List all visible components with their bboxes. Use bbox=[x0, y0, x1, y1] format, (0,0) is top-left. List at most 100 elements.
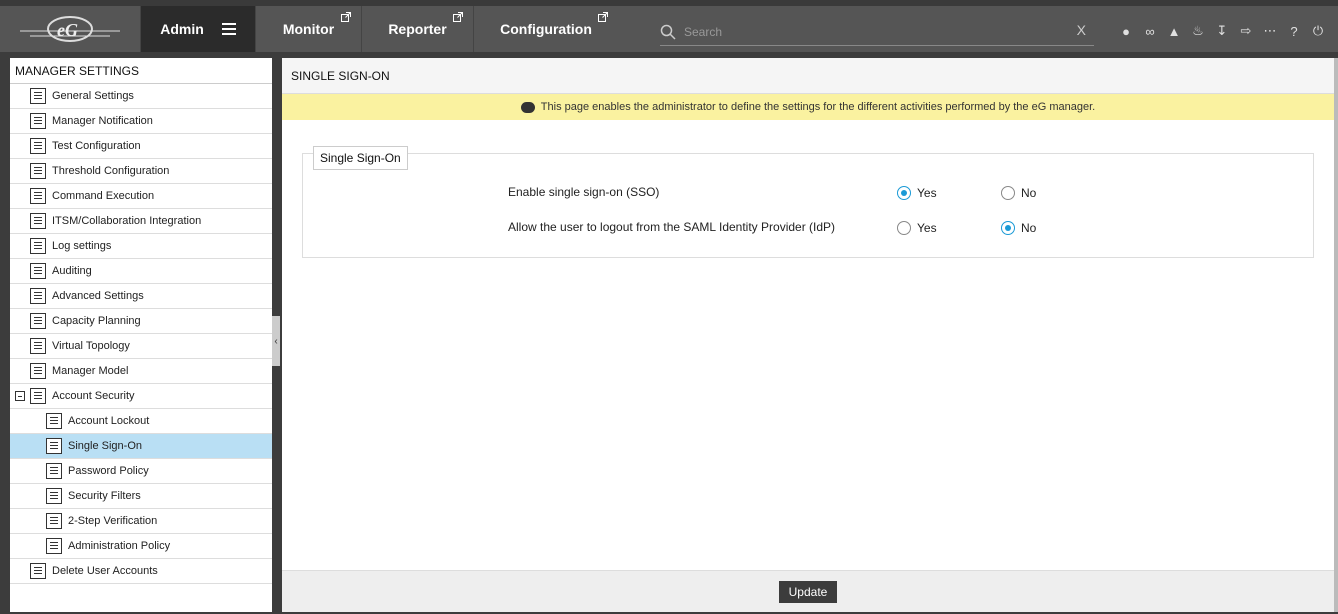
radio-unselected-icon bbox=[897, 221, 911, 235]
sso-fieldset: Single Sign-On Enable single sign-on (SS… bbox=[302, 146, 1314, 258]
comment-icon bbox=[520, 101, 535, 113]
document-icon bbox=[30, 188, 46, 204]
more-icon[interactable]: ⋯ bbox=[1258, 20, 1282, 42]
sidebar: MANAGER SETTINGS General Settings Manage… bbox=[10, 58, 272, 612]
sidebar-item-single-sign-on[interactable]: Single Sign-On bbox=[10, 434, 272, 459]
sidebar-item-capacity-planning[interactable]: Capacity Planning bbox=[10, 309, 272, 334]
sidebar-item-label: Account Lockout bbox=[68, 415, 150, 427]
clear-search-button[interactable]: X bbox=[1077, 22, 1086, 38]
signin-icon[interactable]: ⇨ bbox=[1234, 20, 1258, 42]
page-title: SINGLE SIGN-ON bbox=[282, 58, 1334, 94]
radio-selected-icon bbox=[897, 186, 911, 200]
document-icon bbox=[46, 538, 62, 554]
sidebar-item-delete-user-accounts[interactable]: Delete User Accounts bbox=[10, 559, 272, 584]
document-icon bbox=[30, 88, 46, 104]
menu-icon[interactable] bbox=[221, 20, 236, 38]
search-icon bbox=[660, 24, 676, 40]
sidebar-item-auditing[interactable]: Auditing bbox=[10, 259, 272, 284]
sidebar-item-label: Administration Policy bbox=[68, 540, 171, 552]
update-button[interactable]: Update bbox=[778, 580, 838, 603]
eg-logo[interactable]: eG bbox=[0, 6, 140, 52]
sidebar-item-password-policy[interactable]: Password Policy bbox=[10, 459, 272, 484]
sidebar-item-advanced-settings[interactable]: Advanced Settings bbox=[10, 284, 272, 309]
sidebar-item-label: Advanced Settings bbox=[52, 290, 144, 302]
document-icon bbox=[46, 438, 62, 454]
collapse-sidebar-handle[interactable]: ‹ bbox=[272, 316, 280, 366]
sidebar-item-test-configuration[interactable]: Test Configuration bbox=[10, 134, 272, 159]
link-icon[interactable]: ∞ bbox=[1138, 20, 1162, 42]
idp-logout-yes-radio[interactable]: Yes bbox=[897, 221, 937, 235]
sidebar-item-label: Test Configuration bbox=[52, 140, 141, 152]
info-text: This page enables the administrator to d… bbox=[540, 101, 1096, 113]
document-icon bbox=[30, 138, 46, 154]
sidebar-item-command-execution[interactable]: Command Execution bbox=[10, 184, 272, 209]
radio-unselected-icon bbox=[1001, 186, 1015, 200]
sso-enable-no-radio[interactable]: No bbox=[1001, 186, 1036, 200]
help-icon[interactable]: ? bbox=[1282, 20, 1306, 42]
document-icon bbox=[30, 288, 46, 304]
sidebar-title: MANAGER SETTINGS bbox=[10, 58, 272, 84]
radio-label: No bbox=[1021, 221, 1037, 235]
collapse-tree-icon[interactable] bbox=[15, 391, 25, 401]
user-icon[interactable]: ● bbox=[1114, 20, 1138, 42]
sidebar-item-label: Threshold Configuration bbox=[52, 165, 170, 177]
document-icon bbox=[46, 413, 62, 429]
sidebar-item-general-settings[interactable]: General Settings bbox=[10, 84, 272, 109]
sidebar-item-administration-policy[interactable]: Administration Policy bbox=[10, 534, 272, 559]
idp-logout-label: Allow the user to logout from the SAML I… bbox=[508, 220, 836, 234]
document-icon bbox=[30, 363, 46, 379]
tab-admin[interactable]: Admin bbox=[140, 6, 255, 52]
sidebar-item-label: Manager Notification bbox=[52, 115, 153, 127]
tab-configuration[interactable]: Configuration bbox=[473, 6, 618, 52]
footer-bar: Update bbox=[282, 570, 1334, 612]
tab-monitor[interactable]: Monitor bbox=[255, 6, 361, 52]
tab-reporter-label: Reporter bbox=[388, 21, 447, 37]
sidebar-item-manager-model[interactable]: Manager Model bbox=[10, 359, 272, 384]
info-banner: This page enables the administrator to d… bbox=[282, 94, 1334, 120]
sidebar-item-label: ITSM/Collaboration Integration bbox=[52, 215, 202, 227]
sidebar-item-virtual-topology[interactable]: Virtual Topology bbox=[10, 334, 272, 359]
sidebar-item-threshold-configuration[interactable]: Threshold Configuration bbox=[10, 159, 272, 184]
sidebar-item-label: Capacity Planning bbox=[52, 315, 141, 327]
sso-enable-yes-radio[interactable]: Yes bbox=[897, 186, 937, 200]
document-icon bbox=[30, 388, 46, 404]
document-icon bbox=[30, 563, 46, 579]
sidebar-item-account-security[interactable]: Account Security bbox=[10, 384, 272, 409]
sidebar-item-itsm-integration[interactable]: ITSM/Collaboration Integration bbox=[10, 209, 272, 234]
sidebar-item-account-lockout[interactable]: Account Lockout bbox=[10, 409, 272, 434]
main-panel: SINGLE SIGN-ON This page enables the adm… bbox=[282, 58, 1334, 612]
document-icon bbox=[30, 313, 46, 329]
sidebar-item-security-filters[interactable]: Security Filters bbox=[10, 484, 272, 509]
tab-reporter[interactable]: Reporter bbox=[361, 6, 473, 52]
document-icon bbox=[30, 113, 46, 129]
scrollbar[interactable] bbox=[1334, 58, 1338, 612]
sidebar-item-log-settings[interactable]: Log settings bbox=[10, 234, 272, 259]
tab-configuration-label: Configuration bbox=[500, 21, 592, 37]
bell-icon[interactable]: ♨ bbox=[1186, 20, 1210, 42]
power-icon[interactable]: ⏻ bbox=[1306, 20, 1330, 42]
document-icon bbox=[30, 238, 46, 254]
sidebar-item-label: Log settings bbox=[52, 240, 112, 252]
document-icon bbox=[30, 213, 46, 229]
sidebar-item-2-step-verification[interactable]: 2-Step Verification bbox=[10, 509, 272, 534]
sidebar-item-label: Account Security bbox=[52, 390, 135, 402]
search-placeholder: Search bbox=[684, 24, 723, 39]
alert-icon[interactable]: ▲ bbox=[1162, 20, 1186, 42]
sidebar-item-label: Auditing bbox=[52, 265, 92, 277]
sidebar-item-label: Virtual Topology bbox=[52, 340, 130, 352]
document-icon bbox=[46, 463, 62, 479]
sidebar-item-label: General Settings bbox=[52, 90, 134, 102]
sidebar-item-label: Command Execution bbox=[52, 190, 155, 202]
idp-logout-no-radio[interactable]: No bbox=[1001, 221, 1036, 235]
document-icon bbox=[30, 338, 46, 354]
external-link-icon bbox=[341, 12, 351, 22]
sidebar-item-label: Manager Model bbox=[52, 365, 129, 377]
toolbar-icons: ● ∞ ▲ ♨ ↧ ⇨ ⋯ ? ⏻ bbox=[1114, 20, 1330, 42]
sidebar-item-label: 2-Step Verification bbox=[68, 515, 158, 527]
external-link-icon bbox=[598, 12, 608, 22]
sidebar-item-label: Security Filters bbox=[68, 490, 141, 502]
download-icon[interactable]: ↧ bbox=[1210, 20, 1234, 42]
sidebar-item-manager-notification[interactable]: Manager Notification bbox=[10, 109, 272, 134]
search-input[interactable]: Search X bbox=[660, 18, 1094, 46]
sidebar-item-label: Password Policy bbox=[68, 465, 149, 477]
